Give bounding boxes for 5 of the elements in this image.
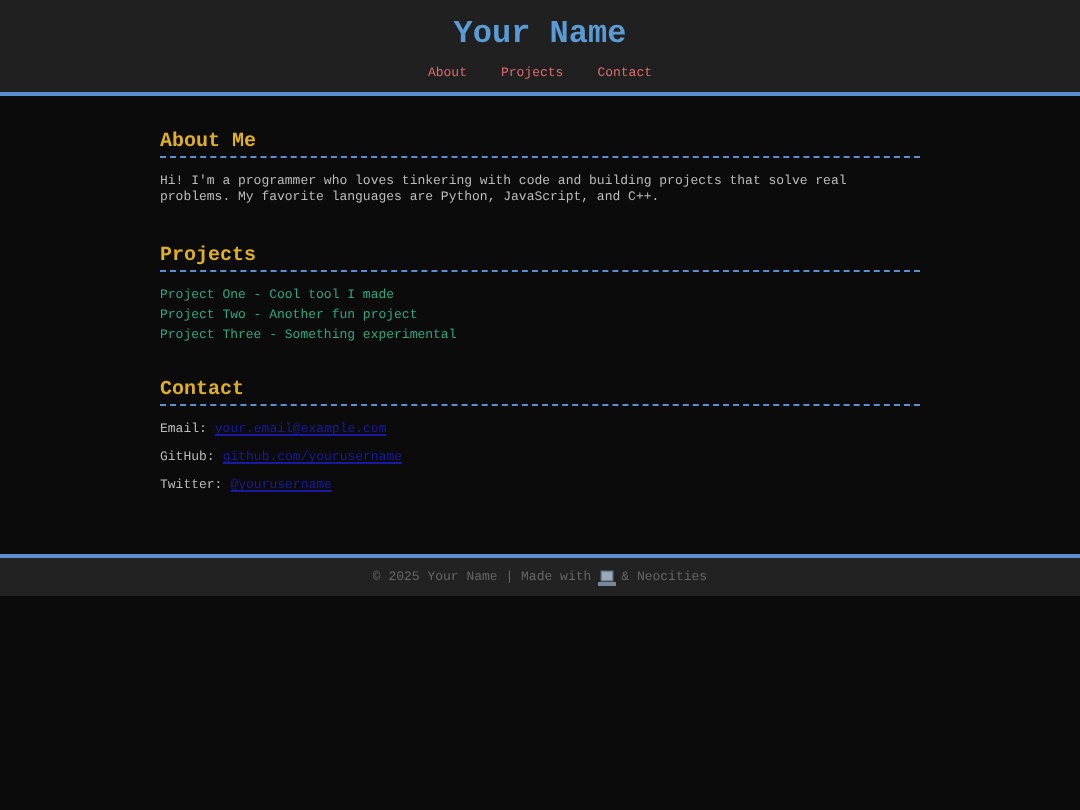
section-heading: Contact bbox=[160, 380, 920, 406]
section-heading: Projects bbox=[160, 246, 920, 272]
site-title: Your Name bbox=[453, 16, 627, 52]
laptop-icon bbox=[597, 569, 616, 585]
section-heading: About Me bbox=[160, 132, 920, 158]
